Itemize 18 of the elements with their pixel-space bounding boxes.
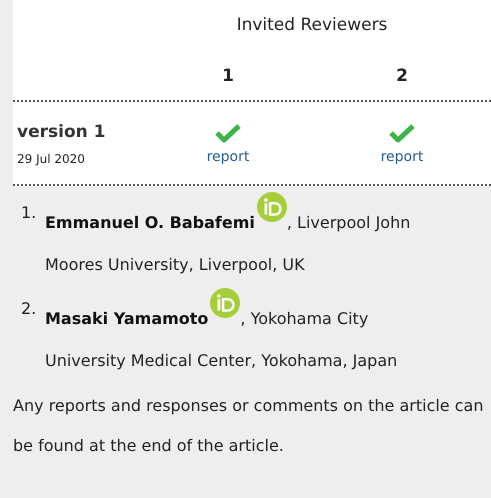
reviewer-affiliation: , Liverpool John [286,213,410,232]
list-number: 1. [21,202,38,224]
version-label: version 1 [17,122,106,142]
version-date: 29 Jul 2020 [17,152,86,166]
reviewer-affiliation: University Medical Center, Yokohama, Japan [45,350,398,372]
table-heading: Invited Reviewers [236,14,388,37]
orcid-icon[interactable] [210,288,240,318]
comments-note: Any reports and responses or comments on the article can be found at the end of the article. [13,395,484,457]
reviewer-name: Masaki Yamamoto [45,309,208,328]
report-link[interactable]: report [380,149,424,165]
reviewer-affiliation: , Yokohama City [240,309,368,328]
reviewer-affiliation: Moores University, Liverpool, UK [45,254,306,276]
column-header: 2 [395,65,409,88]
orcid-icon[interactable] [256,192,287,222]
report-link[interactable]: report [206,149,250,165]
column-header: 1 [221,65,235,88]
reviewer-name: Emmanuel O. Babafemi [45,213,255,232]
list-number: 2. [21,298,38,320]
